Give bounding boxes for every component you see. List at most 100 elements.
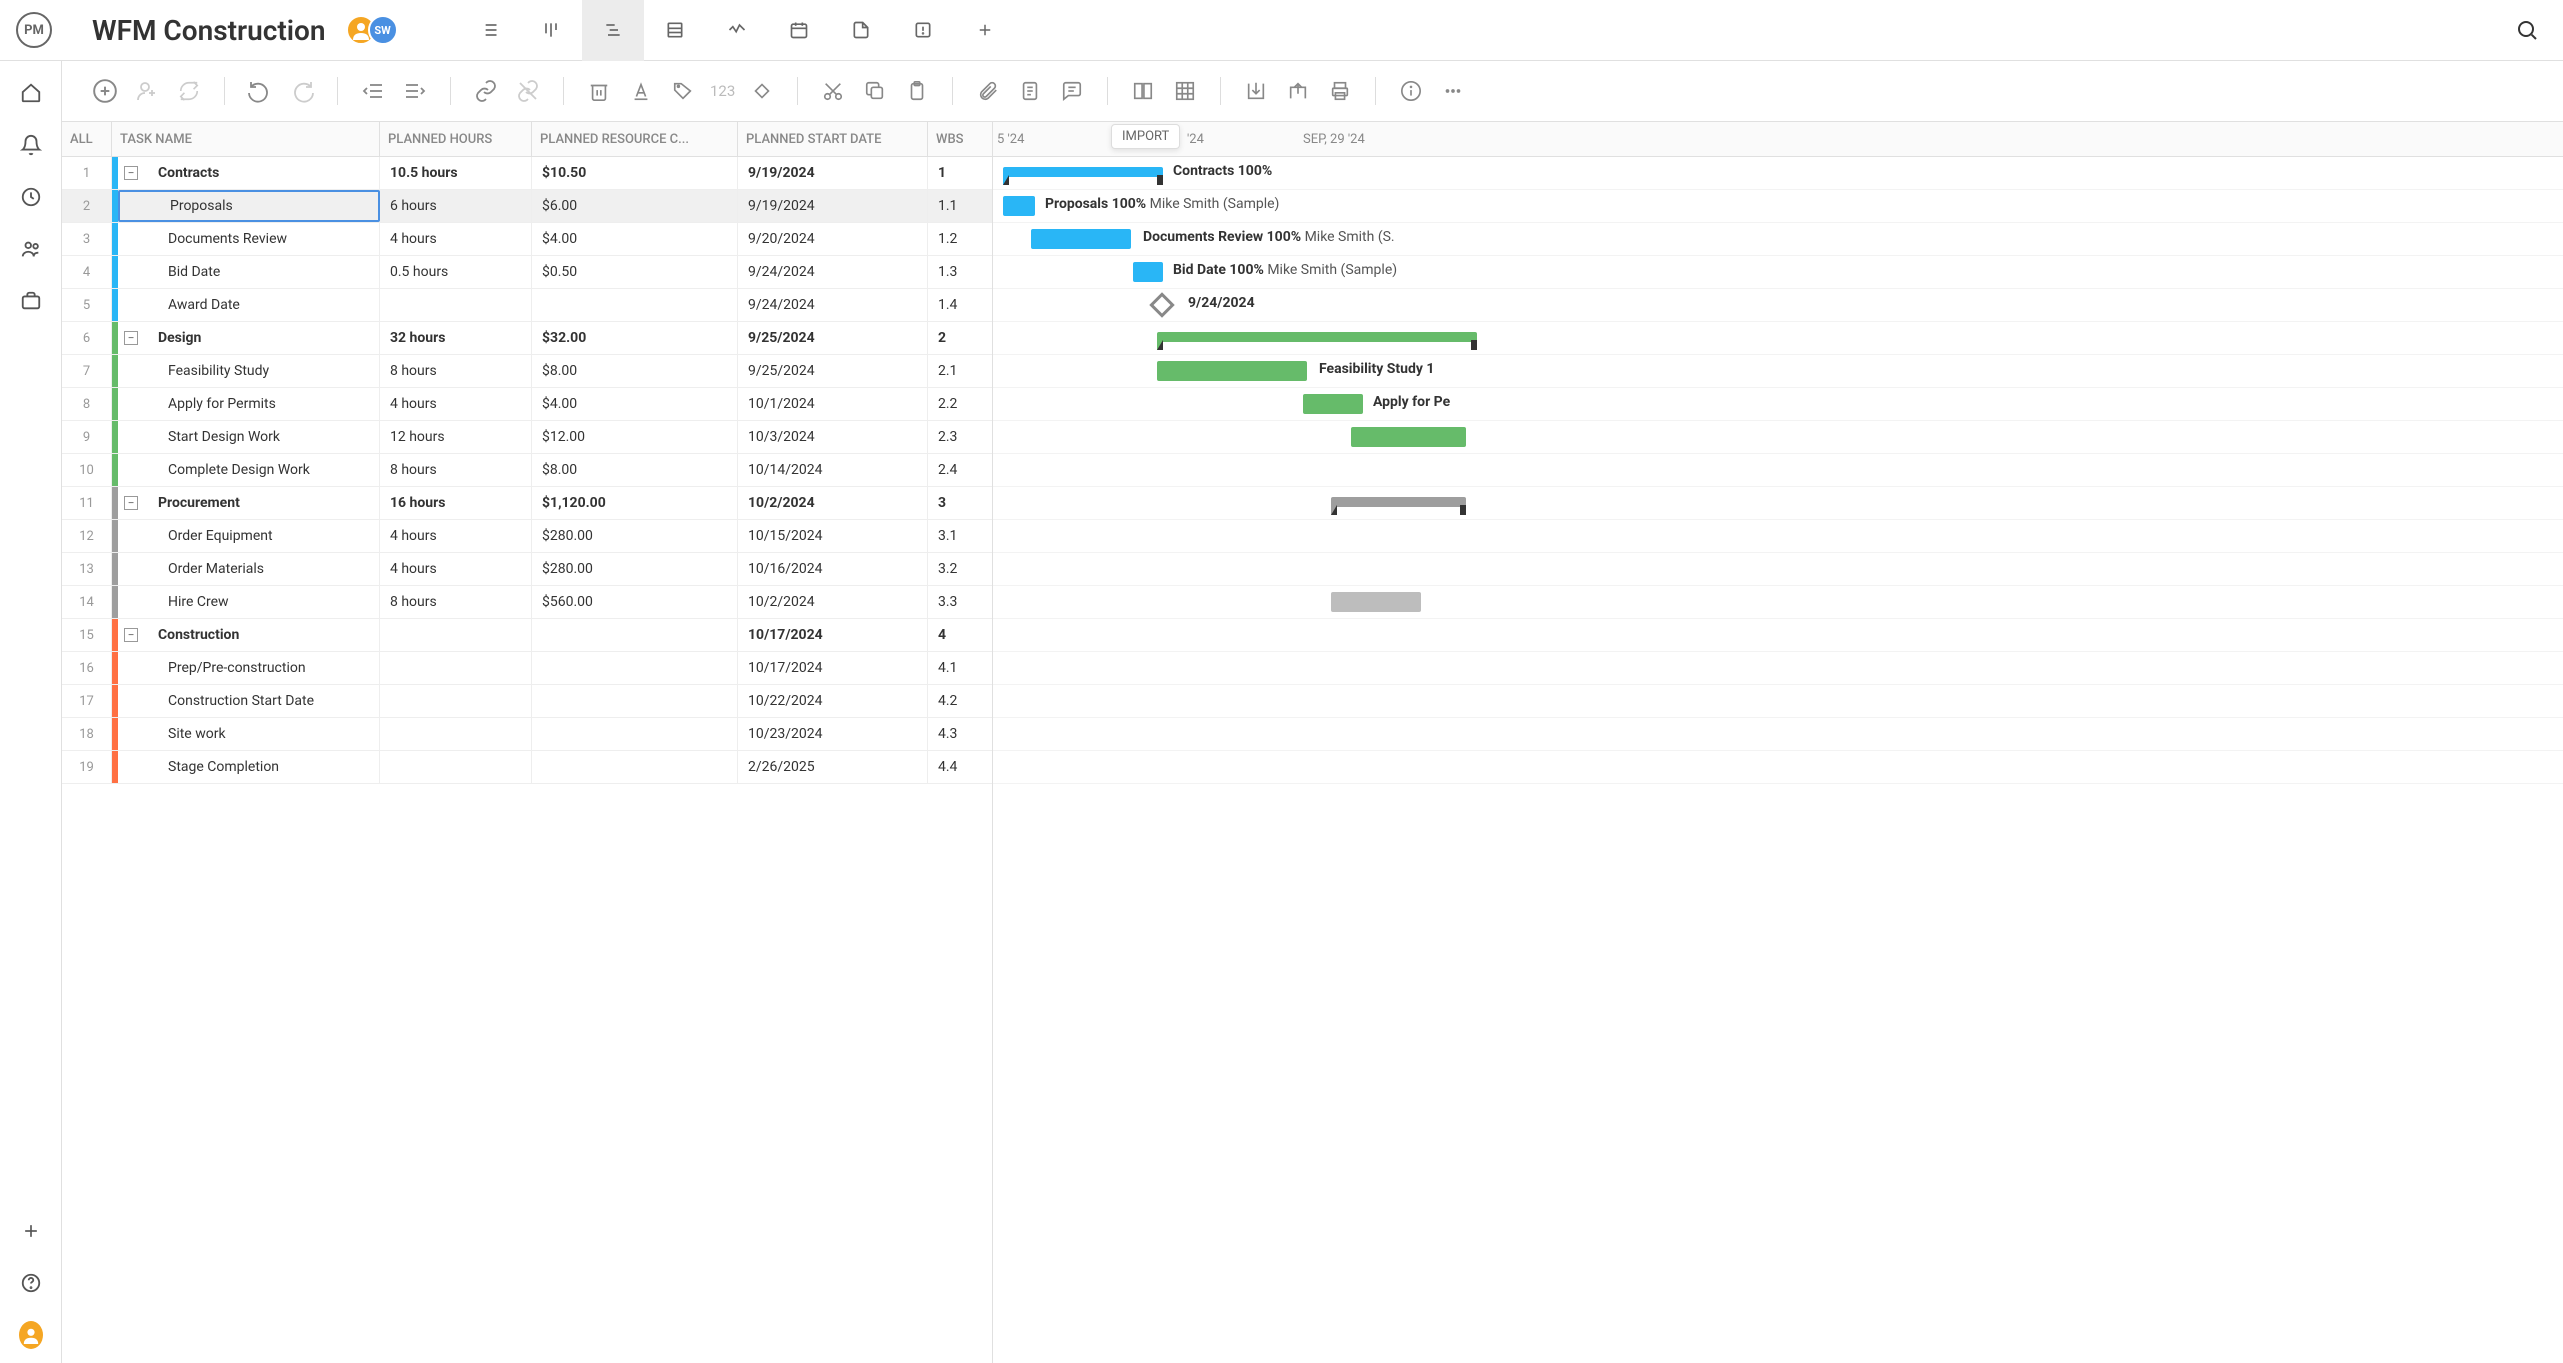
gantt-bar[interactable] xyxy=(1157,332,1477,342)
nav-add-icon[interactable] xyxy=(19,1219,43,1243)
wbs-cell[interactable]: 3.3 xyxy=(928,586,992,618)
task-row[interactable]: 7Feasibility Study8 hours$8.009/25/20242… xyxy=(62,355,992,388)
collapse-toggle[interactable]: − xyxy=(124,331,138,345)
task-row[interactable]: 17Construction Start Date10/22/20244.2 xyxy=(62,685,992,718)
task-row[interactable]: 12Order Equipment4 hours$280.0010/15/202… xyxy=(62,520,992,553)
hours-cell[interactable]: 8 hours xyxy=(380,586,532,618)
hours-cell[interactable] xyxy=(380,718,532,750)
text-color-icon[interactable] xyxy=(622,72,660,110)
view-files[interactable] xyxy=(830,0,892,61)
task-name-cell[interactable]: Documents Review xyxy=(118,223,380,255)
wbs-cell[interactable]: 2.4 xyxy=(928,454,992,486)
gantt-bar[interactable] xyxy=(1031,229,1131,249)
row-number[interactable]: 16 xyxy=(62,652,112,684)
row-number[interactable]: 18 xyxy=(62,718,112,750)
row-number[interactable]: 2 xyxy=(62,190,112,222)
view-risks[interactable] xyxy=(892,0,954,61)
cost-cell[interactable]: $12.00 xyxy=(532,421,738,453)
gantt-bar[interactable] xyxy=(1331,497,1466,507)
row-number[interactable]: 9 xyxy=(62,421,112,453)
wbs-cell[interactable]: 1.1 xyxy=(928,190,992,222)
search-icon[interactable] xyxy=(2507,10,2547,50)
row-number[interactable]: 11 xyxy=(62,487,112,519)
delete-icon[interactable] xyxy=(580,72,618,110)
cost-cell[interactable] xyxy=(532,619,738,651)
view-calendar[interactable] xyxy=(768,0,830,61)
hours-cell[interactable] xyxy=(380,751,532,783)
gantt-bar[interactable] xyxy=(1003,196,1035,216)
cost-cell[interactable]: $560.00 xyxy=(532,586,738,618)
row-number[interactable]: 4 xyxy=(62,256,112,288)
cost-cell[interactable]: $6.00 xyxy=(532,190,738,222)
gantt-bar[interactable] xyxy=(1331,592,1421,612)
cost-cell[interactable]: $8.00 xyxy=(532,355,738,387)
cost-cell[interactable] xyxy=(532,685,738,717)
date-cell[interactable]: 9/19/2024 xyxy=(738,157,928,189)
view-sheet[interactable] xyxy=(644,0,706,61)
nav-portfolio-icon[interactable] xyxy=(19,289,43,313)
col-planned-start[interactable]: PLANNED START DATE xyxy=(738,122,928,156)
gantt-bar[interactable] xyxy=(1003,167,1163,177)
wbs-cell[interactable]: 1.3 xyxy=(928,256,992,288)
wbs-cell[interactable]: 1 xyxy=(928,157,992,189)
task-name-cell[interactable]: Feasibility Study xyxy=(118,355,380,387)
date-cell[interactable]: 9/24/2024 xyxy=(738,289,928,321)
notes-icon[interactable] xyxy=(1011,72,1049,110)
hours-cell[interactable]: 4 hours xyxy=(380,223,532,255)
task-row[interactable]: 2Proposals6 hours$6.009/19/20241.1 xyxy=(62,190,992,223)
task-row[interactable]: 10Complete Design Work8 hours$8.0010/14/… xyxy=(62,454,992,487)
date-cell[interactable]: 10/3/2024 xyxy=(738,421,928,453)
wbs-cell[interactable]: 4.3 xyxy=(928,718,992,750)
outdent-icon[interactable] xyxy=(354,72,392,110)
nav-help-icon[interactable] xyxy=(19,1271,43,1295)
unlink-icon[interactable] xyxy=(509,72,547,110)
hours-cell[interactable]: 12 hours xyxy=(380,421,532,453)
view-add[interactable] xyxy=(954,0,1016,61)
row-number[interactable]: 10 xyxy=(62,454,112,486)
date-cell[interactable]: 10/23/2024 xyxy=(738,718,928,750)
date-cell[interactable]: 10/1/2024 xyxy=(738,388,928,420)
view-list[interactable] xyxy=(458,0,520,61)
row-number[interactable]: 3 xyxy=(62,223,112,255)
task-row[interactable]: 13Order Materials4 hours$280.0010/16/202… xyxy=(62,553,992,586)
info-icon[interactable] xyxy=(1392,72,1430,110)
date-cell[interactable]: 9/24/2024 xyxy=(738,256,928,288)
view-board[interactable] xyxy=(520,0,582,61)
hours-cell[interactable] xyxy=(380,289,532,321)
task-name-cell[interactable]: Prep/Pre-construction xyxy=(118,652,380,684)
assign-icon[interactable] xyxy=(128,72,166,110)
hours-cell[interactable]: 6 hours xyxy=(380,190,532,222)
task-row[interactable]: 14Hire Crew8 hours$560.0010/2/20243.3 xyxy=(62,586,992,619)
task-row[interactable]: 18Site work10/23/20244.3 xyxy=(62,718,992,751)
grid-icon[interactable] xyxy=(1166,72,1204,110)
more-icon[interactable] xyxy=(1434,72,1472,110)
row-number[interactable]: 8 xyxy=(62,388,112,420)
task-name-cell[interactable]: Stage Completion xyxy=(118,751,380,783)
paste-icon[interactable] xyxy=(898,72,936,110)
app-logo[interactable]: PM xyxy=(16,12,52,48)
row-number[interactable]: 13 xyxy=(62,553,112,585)
tag-icon[interactable] xyxy=(664,72,702,110)
col-wbs[interactable]: WBS xyxy=(928,122,992,156)
date-cell[interactable]: 10/17/2024 xyxy=(738,619,928,651)
task-row[interactable]: 15−Construction10/17/20244 xyxy=(62,619,992,652)
row-number[interactable]: 1 xyxy=(62,157,112,189)
hours-cell[interactable]: 10.5 hours xyxy=(380,157,532,189)
hours-cell[interactable]: 4 hours xyxy=(380,520,532,552)
task-name-cell[interactable]: Proposals xyxy=(118,190,380,222)
columns-icon[interactable] xyxy=(1124,72,1162,110)
task-row[interactable]: 5Award Date9/24/20241.4 xyxy=(62,289,992,322)
date-cell[interactable]: 10/16/2024 xyxy=(738,553,928,585)
task-name-cell[interactable]: −Design xyxy=(118,322,380,354)
hours-cell[interactable]: 32 hours xyxy=(380,322,532,354)
col-planned-cost[interactable]: PLANNED RESOURCE C... xyxy=(532,122,738,156)
collapse-toggle[interactable]: − xyxy=(124,628,138,642)
col-task-name[interactable]: TASK NAME xyxy=(112,122,380,156)
link-icon[interactable] xyxy=(467,72,505,110)
row-number[interactable]: 17 xyxy=(62,685,112,717)
task-name-cell[interactable]: −Procurement xyxy=(118,487,380,519)
date-cell[interactable]: 10/17/2024 xyxy=(738,652,928,684)
date-cell[interactable]: 9/25/2024 xyxy=(738,322,928,354)
col-all[interactable]: ALL xyxy=(62,122,112,156)
nav-home-icon[interactable] xyxy=(19,81,43,105)
